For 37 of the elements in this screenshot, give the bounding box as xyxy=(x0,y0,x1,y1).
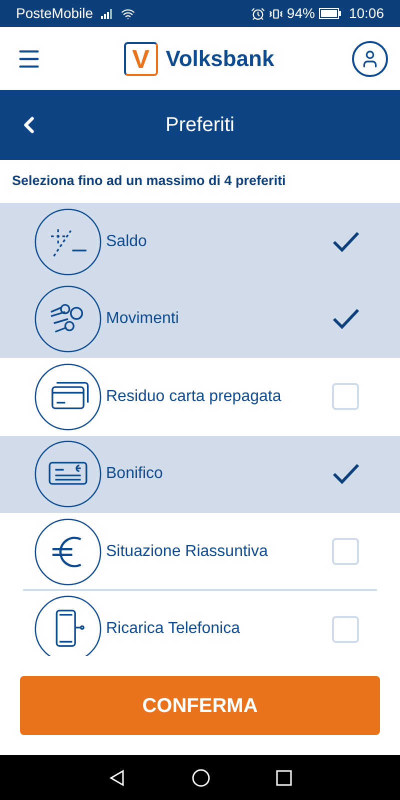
favorite-option[interactable]: Movimenti xyxy=(0,280,400,358)
profile-button[interactable] xyxy=(352,40,388,76)
signal-icon xyxy=(101,8,114,18)
euro-icon xyxy=(34,518,102,586)
transfer-icon xyxy=(34,440,102,508)
option-label: Ricarica Telefonica xyxy=(106,619,241,640)
option-label: Movimenti xyxy=(106,309,180,330)
clock: 10:06 xyxy=(348,4,384,23)
option-label: Bonifico xyxy=(106,464,164,484)
smartphone-icon xyxy=(34,595,102,656)
brand-name: Volksbank xyxy=(166,45,274,73)
favorite-option[interactable]: Saldo xyxy=(0,203,400,280)
check-icon xyxy=(332,230,360,253)
check-icon xyxy=(332,463,360,486)
vibrate-icon xyxy=(268,6,283,20)
battery-icon xyxy=(318,8,341,19)
wifi-icon xyxy=(121,6,136,20)
coins-icon xyxy=(34,285,102,354)
checkbox[interactable] xyxy=(332,538,359,566)
card-icon xyxy=(34,362,102,431)
plus-minus-icon xyxy=(34,208,102,276)
home-nav-icon[interactable] xyxy=(192,768,210,786)
checkbox[interactable] xyxy=(332,616,359,643)
page-title: Preferiti xyxy=(166,113,234,138)
brand-logo: V xyxy=(124,42,158,76)
option-label: Residuo carta prepagata xyxy=(106,386,282,407)
alarm-icon xyxy=(250,6,265,20)
option-label: Saldo xyxy=(106,232,148,252)
option-label: Situazione Riassuntiva xyxy=(106,542,269,562)
carrier-name: PosteMobile xyxy=(16,4,94,23)
back-nav-icon[interactable] xyxy=(108,768,126,786)
battery-percent: 94% xyxy=(286,4,315,23)
checkbox[interactable] xyxy=(332,383,359,410)
instruction-text: Seleziona fino ad un massimo di 4 preferiti xyxy=(12,172,286,190)
recents-nav-icon[interactable] xyxy=(276,770,292,786)
favorite-option[interactable]: Bonifico xyxy=(0,436,400,513)
check-icon xyxy=(332,308,360,330)
